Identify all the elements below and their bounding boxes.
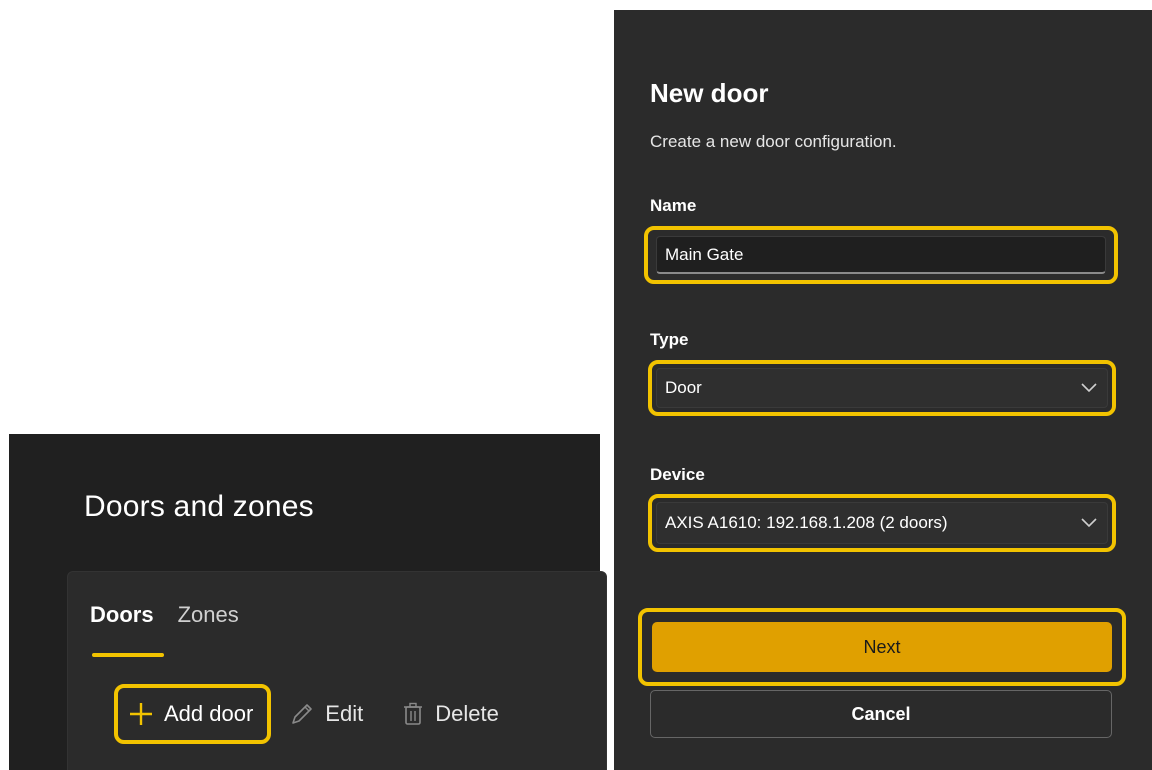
add-door-button[interactable]: Add door	[114, 684, 272, 744]
next-label: Next	[863, 636, 901, 657]
type-field-highlight: Door	[648, 360, 1116, 416]
name-input-value: Main Gate	[665, 244, 744, 264]
name-label: Name	[650, 196, 697, 215]
trash-icon	[401, 701, 425, 727]
chevron-down-icon	[1081, 378, 1097, 398]
doors-and-zones-panel: Doors and zones Doors Zones Add door Edi…	[9, 434, 607, 770]
name-field-highlight: Main Gate	[644, 226, 1118, 284]
type-select-value: Door	[665, 378, 702, 397]
edit-label: Edit	[325, 701, 364, 726]
page-title: Doors and zones	[84, 490, 314, 523]
new-door-dialog: New door Create a new door configuration…	[614, 10, 1152, 770]
device-select-value: AXIS A1610: 192.168.1.208 (2 doors)	[665, 513, 948, 532]
toolbar: Add door Edit Delete	[114, 684, 513, 744]
next-button-highlight: Next	[638, 608, 1126, 686]
type-select[interactable]: Door	[656, 368, 1108, 408]
delete-button[interactable]: Delete	[387, 684, 513, 744]
edit-button[interactable]: Edit	[275, 684, 377, 744]
delete-label: Delete	[435, 701, 499, 726]
cancel-label: Cancel	[851, 703, 911, 724]
type-label: Type	[650, 330, 689, 349]
device-select[interactable]: AXIS A1610: 192.168.1.208 (2 doors)	[656, 502, 1108, 544]
next-button[interactable]: Next	[652, 622, 1112, 672]
tab-doors[interactable]: Doors	[90, 602, 164, 657]
name-input[interactable]: Main Gate	[656, 236, 1106, 274]
dialog-title: New door	[650, 78, 769, 108]
tab-bar: Doors Zones	[90, 602, 239, 657]
dialog-subtitle: Create a new door configuration.	[650, 132, 897, 151]
chevron-down-icon	[1081, 513, 1097, 533]
tab-zones[interactable]: Zones	[178, 602, 239, 628]
doors-card: Doors Zones Add door Edit Delete	[67, 571, 607, 770]
pencil-icon	[289, 701, 315, 727]
device-label: Device	[650, 465, 705, 484]
device-field-highlight: AXIS A1610: 192.168.1.208 (2 doors)	[648, 494, 1116, 552]
add-door-label: Add door	[164, 701, 254, 726]
plus-icon	[128, 701, 154, 727]
cancel-button[interactable]: Cancel	[650, 690, 1112, 738]
